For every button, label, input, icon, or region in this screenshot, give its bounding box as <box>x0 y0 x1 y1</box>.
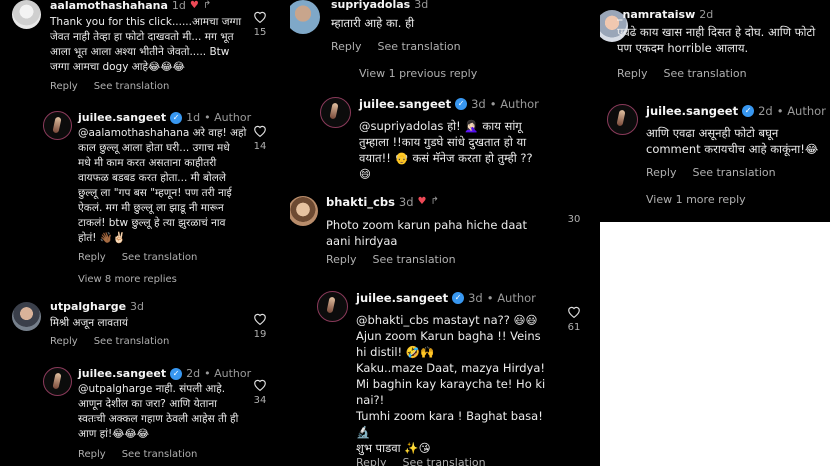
see-translation-button[interactable]: See translation <box>122 252 198 263</box>
author-label: • Author <box>486 291 536 305</box>
reply-button[interactable]: Reply <box>78 252 106 263</box>
reply-button[interactable]: Reply <box>78 449 106 460</box>
reply-button[interactable]: Reply <box>617 67 647 80</box>
avatar[interactable] <box>607 104 638 135</box>
timestamp: 1d <box>171 0 186 12</box>
timestamp: 2d <box>758 104 773 118</box>
avatar[interactable] <box>43 111 72 140</box>
timestamp: 1d <box>186 111 201 124</box>
like-button[interactable]: 34 <box>250 378 270 406</box>
see-translation-button[interactable]: See translation <box>402 456 485 466</box>
timestamp: 3d <box>468 291 483 305</box>
comment-text: Thank you for this click......आमचा जग्गा… <box>50 16 242 73</box>
see-translation-button[interactable]: See translation <box>372 253 455 266</box>
reply-button[interactable]: Reply <box>646 166 676 179</box>
comment-text: मिश्री अजून लावतायं <box>50 317 128 329</box>
reply-button[interactable]: Reply <box>50 81 78 92</box>
author-label: • Author <box>204 111 252 124</box>
reply-button[interactable]: Reply <box>356 456 386 466</box>
verified-badge-icon: ✓ <box>455 98 468 110</box>
reply-arrow-icon: ↱ <box>430 196 439 207</box>
avatar[interactable] <box>290 196 318 226</box>
avatar[interactable] <box>317 291 348 322</box>
like-count: 15 <box>253 27 267 38</box>
timestamp: 3d <box>130 300 145 313</box>
heart-icon <box>568 306 580 318</box>
timestamp: 3d <box>471 97 486 111</box>
comments-panel-right: _namrataisw 2d एवढे काय खास नाही दिसत हे… <box>600 0 830 222</box>
see-translation-button[interactable]: See translation <box>692 166 775 179</box>
see-translation-button[interactable]: See translation <box>122 449 198 460</box>
timestamp: 3d <box>414 0 429 11</box>
like-count: 14 <box>253 141 267 152</box>
username[interactable]: utpalgharge <box>50 300 126 314</box>
username[interactable]: aalamothashahana <box>50 0 168 13</box>
verified-badge-icon: ✓ <box>170 112 183 124</box>
like-count: 61 <box>567 322 581 333</box>
reply-button[interactable]: Reply <box>331 40 361 53</box>
see-translation-button[interactable]: See translation <box>94 336 170 347</box>
see-translation-button[interactable]: See translation <box>663 67 746 80</box>
like-button[interactable]: 19 <box>250 312 270 340</box>
author-label: • Author <box>204 367 252 380</box>
heart-icon <box>254 313 266 325</box>
username[interactable]: juilee.sangeet <box>78 367 166 381</box>
avatar[interactable] <box>290 0 320 34</box>
view-previous-reply-button[interactable]: View 1 previous reply <box>359 67 477 80</box>
like-count: 34 <box>253 395 267 406</box>
comment-text: @bhakti_cbs mastayt na?? 😃😃 Ajun zoom Ka… <box>356 313 546 455</box>
heart-icon <box>254 11 266 23</box>
see-translation-button[interactable]: See translation <box>377 40 460 53</box>
comment-text: Photo zoom karun paha hiche daat aani hi… <box>326 218 527 248</box>
view-more-replies-button[interactable]: View 8 more replies <box>78 274 177 285</box>
comment-text: आणि एवढा असूनही फोटो बघून comment करायची… <box>646 126 819 156</box>
verified-badge-icon: ✓ <box>170 368 183 380</box>
view-more-replies-button[interactable]: View 1 more reply <box>646 193 746 206</box>
comment-text: @supriyadolas हो! 🤦🏻‍♀️ काय सांगू तुम्हा… <box>359 119 533 181</box>
reply-arrow-icon: ↱ <box>202 0 212 11</box>
reply-button[interactable]: Reply <box>50 336 78 347</box>
timestamp: 3d <box>398 195 414 209</box>
username[interactable]: juilee.sangeet <box>356 291 448 305</box>
username[interactable]: juilee.sangeet <box>646 104 738 118</box>
author-label: • Author <box>489 97 539 111</box>
reply-button[interactable]: Reply <box>326 253 356 266</box>
author-label: • Author <box>776 104 826 118</box>
liked-by-author-heart-icon: ♥ <box>417 196 427 207</box>
timestamp: 2d <box>699 8 714 21</box>
like-button[interactable]: 61 <box>564 305 584 333</box>
comment-text: @utpalgharge नाही. संपली आहे. आणून देशील… <box>78 383 239 440</box>
avatar[interactable] <box>12 302 41 331</box>
avatar[interactable] <box>320 97 351 128</box>
avatar[interactable] <box>43 367 72 396</box>
see-translation-button[interactable]: See translation <box>94 81 170 92</box>
like-count: 30 <box>567 214 581 225</box>
username[interactable]: juilee.sangeet <box>359 97 451 111</box>
comments-panel-left: aalamothashahana 1d ♥ ↱ Thank you for th… <box>0 0 290 466</box>
liked-by-author-heart-icon: ♥ <box>189 0 199 11</box>
username[interactable]: juilee.sangeet <box>78 111 166 125</box>
comment-text: एवढे काय खास नाही दिसत हे दोघ. आणि फोटो … <box>617 25 816 55</box>
timestamp: 2d <box>186 367 201 380</box>
comment-text: @aalamothashahana अरे वाह! अहो काल छुल्ल… <box>78 127 247 244</box>
username[interactable]: _namrataisw <box>617 8 695 22</box>
verified-badge-icon: ✓ <box>452 292 465 304</box>
username[interactable]: supriyadolas <box>331 0 410 12</box>
like-button[interactable]: 14 <box>250 124 270 152</box>
like-button[interactable]: 30 <box>564 210 584 225</box>
comment-text: म्हातारी आहे का. ही <box>331 16 415 30</box>
username[interactable]: bhakti_cbs <box>326 195 395 209</box>
comments-panel-middle: supriyadolas 3d म्हातारी आहे का. ही Repl… <box>290 0 600 466</box>
like-count: 19 <box>253 329 267 340</box>
heart-icon <box>254 379 266 391</box>
like-button[interactable]: 15 <box>250 10 270 38</box>
verified-badge-icon: ✓ <box>742 105 755 117</box>
avatar[interactable] <box>12 0 41 29</box>
heart-icon <box>254 125 266 137</box>
